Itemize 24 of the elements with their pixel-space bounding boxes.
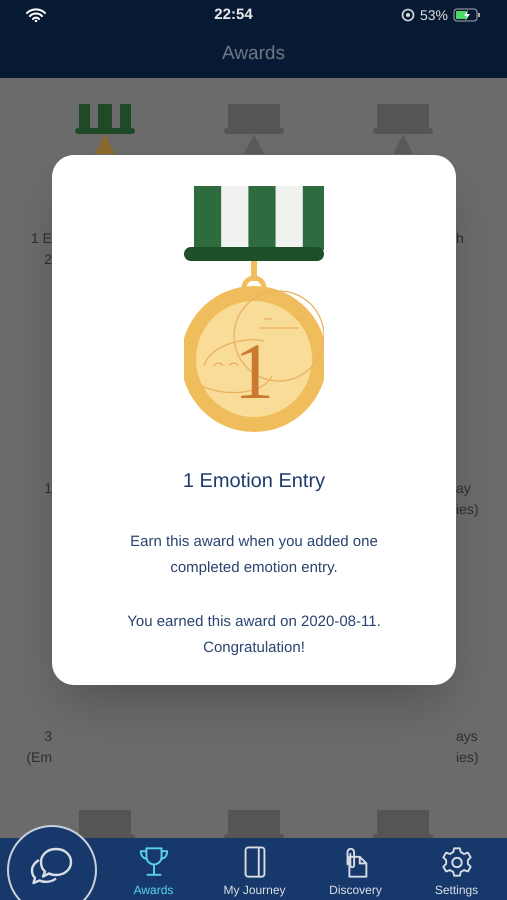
award-label: 1 (44, 479, 52, 498)
award-label: 3 (44, 727, 52, 746)
battery-percentage: 53% (420, 6, 448, 24)
tab[interactable]: Discovery (305, 845, 406, 897)
dialog-text: You earned this award on 2020-08-11. Congratulation! (126, 612, 382, 658)
dialog-text: Earn this award when you added one completed emotion entry. (129, 532, 379, 578)
tab[interactable]: Awards (103, 845, 204, 897)
award-label: h (456, 229, 464, 248)
status-time: 22:54 (214, 4, 253, 25)
rotation-lock-icon (400, 8, 415, 22)
award-label: ays (456, 727, 478, 746)
dialog-title: 1 Emotion Entry (182, 469, 326, 494)
award-label: ay (456, 479, 471, 498)
award-label: 1 E (30, 229, 52, 248)
battery-charging-icon (453, 8, 481, 22)
award-label: 2 (44, 250, 52, 269)
award-label: ies) (456, 748, 479, 767)
medal-number: 1 (234, 328, 274, 416)
wifi-icon (26, 8, 46, 22)
tab[interactable]: Settings (406, 845, 507, 897)
tab[interactable]: My Journey (204, 845, 305, 897)
award-label: ies) (456, 500, 479, 519)
award-label: (Em (26, 748, 52, 767)
header-title: Awards (222, 42, 285, 66)
